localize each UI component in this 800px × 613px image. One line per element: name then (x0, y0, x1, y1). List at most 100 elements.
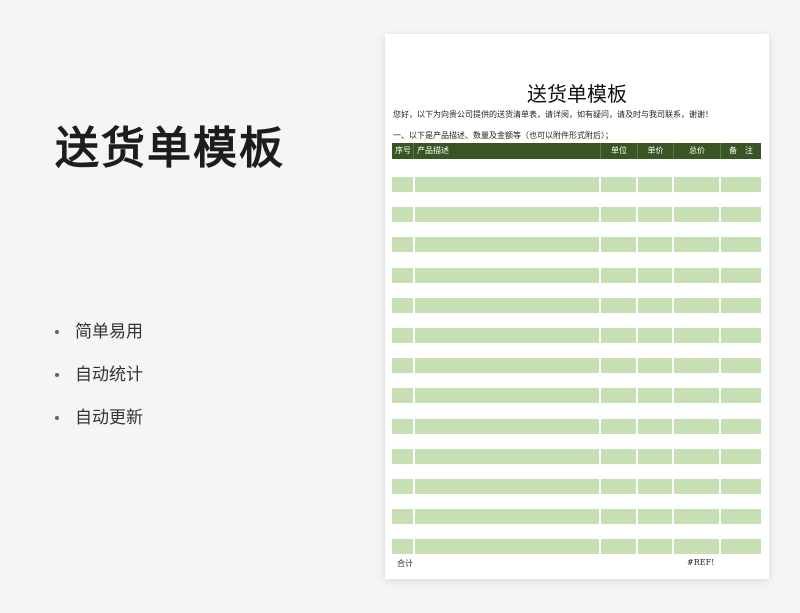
table-cell (674, 177, 719, 192)
bullet-dot-icon (55, 415, 59, 420)
table-cell (674, 267, 719, 283)
column-header-unit-price: 单价 (638, 143, 674, 159)
table-cell (415, 237, 599, 253)
table-row (392, 539, 761, 555)
table-cell (392, 388, 413, 404)
column-header-description: 产品描述 (414, 143, 601, 159)
table-cell (392, 358, 413, 374)
table-cell (721, 297, 761, 313)
table-cell (601, 267, 636, 283)
table-cell (674, 358, 719, 374)
table-cell (392, 448, 413, 464)
column-header-remarks: 备 注 (729, 146, 753, 155)
table-cell (721, 509, 761, 525)
table-row (392, 388, 761, 404)
table-cell (721, 207, 761, 223)
feature-list: 简单易用 自动统计 自动更新 (55, 310, 143, 439)
table-row (392, 509, 761, 525)
total-value: #REF! (687, 558, 715, 567)
table-cell (638, 297, 672, 313)
table-cell (674, 328, 719, 343)
table-cell (638, 328, 672, 343)
table-cell (721, 448, 761, 464)
table-cell (601, 539, 636, 555)
table-cell (638, 177, 672, 192)
table-cell (415, 297, 599, 313)
feature-label: 简单易用 (75, 321, 143, 342)
table-cell (674, 207, 719, 223)
table-cell (601, 418, 636, 434)
table-cell (601, 358, 636, 374)
table-cell (674, 539, 719, 555)
table-cell (392, 509, 413, 525)
table-cell (674, 388, 719, 404)
document-preview: 送货单模板 您好，以下为向贵公司提供的送货清单表，请详阅，如有疑问，请及时与我司… (385, 34, 769, 579)
table-cell (392, 177, 413, 192)
table-cell (601, 237, 636, 253)
table-row (392, 418, 761, 434)
table-cell (415, 177, 599, 192)
table-cell (638, 207, 672, 223)
table-cell (721, 328, 761, 343)
table-cell (674, 509, 719, 525)
table-cell (721, 358, 761, 374)
table-cell (674, 297, 719, 313)
table-row (392, 328, 761, 343)
table-cell (721, 388, 761, 404)
table-cell (392, 539, 413, 555)
table-cell (638, 388, 672, 404)
table-cell (415, 448, 599, 464)
table-cell (601, 388, 636, 404)
table-row (392, 237, 761, 253)
column-header-index: 序号 (392, 143, 414, 159)
table-cell (601, 177, 636, 192)
table-cell (392, 479, 413, 494)
table-cell (721, 267, 761, 283)
table-cell (392, 328, 413, 343)
table-cell (601, 297, 636, 313)
table-cell (638, 267, 672, 283)
table-cell (721, 479, 761, 494)
feature-item: 简单易用 (55, 310, 143, 353)
table-cell (415, 328, 599, 343)
table-cell (721, 539, 761, 555)
total-label: 合计 (397, 559, 413, 568)
table-cell (721, 177, 761, 192)
table-row (392, 207, 761, 223)
table-cell (415, 267, 599, 283)
feature-item: 自动统计 (55, 353, 143, 396)
table-cell (415, 539, 599, 555)
table-row (392, 177, 761, 192)
table-cell (601, 479, 636, 494)
table-cell (601, 207, 636, 223)
document-intro: 您好，以下为向贵公司提供的送货清单表，请详阅，如有疑问，请及时与我司联系，谢谢！ (393, 110, 713, 119)
table-cell (392, 267, 413, 283)
table-cell (638, 358, 672, 374)
document-title: 送货单模板 (527, 82, 627, 106)
table-cell (638, 237, 672, 253)
table-cell (415, 418, 599, 434)
table-cell (721, 237, 761, 253)
table-cell (415, 388, 599, 404)
table-row (392, 448, 761, 464)
table-cell (392, 207, 413, 223)
table-cell (392, 418, 413, 434)
table-row (392, 297, 761, 313)
table-cell (392, 237, 413, 253)
column-header-unit: 单位 (601, 143, 638, 159)
table-row (392, 479, 761, 494)
table-cell (674, 479, 719, 494)
bullet-dot-icon (55, 329, 59, 334)
document-note: 一、以下是产品描述、数量及金额等（也可以附件形式附后）； (393, 131, 613, 140)
feature-item: 自动更新 (55, 396, 143, 439)
table-cell (415, 207, 599, 223)
table-cell (601, 509, 636, 525)
table-cell (415, 509, 599, 525)
bullet-dot-icon (55, 372, 59, 377)
table-cell (721, 418, 761, 434)
table-cell (638, 479, 672, 494)
table-cell (392, 297, 413, 313)
column-header-total-price: 总价 (674, 143, 721, 159)
table-cell (638, 448, 672, 464)
table-cell (638, 509, 672, 525)
